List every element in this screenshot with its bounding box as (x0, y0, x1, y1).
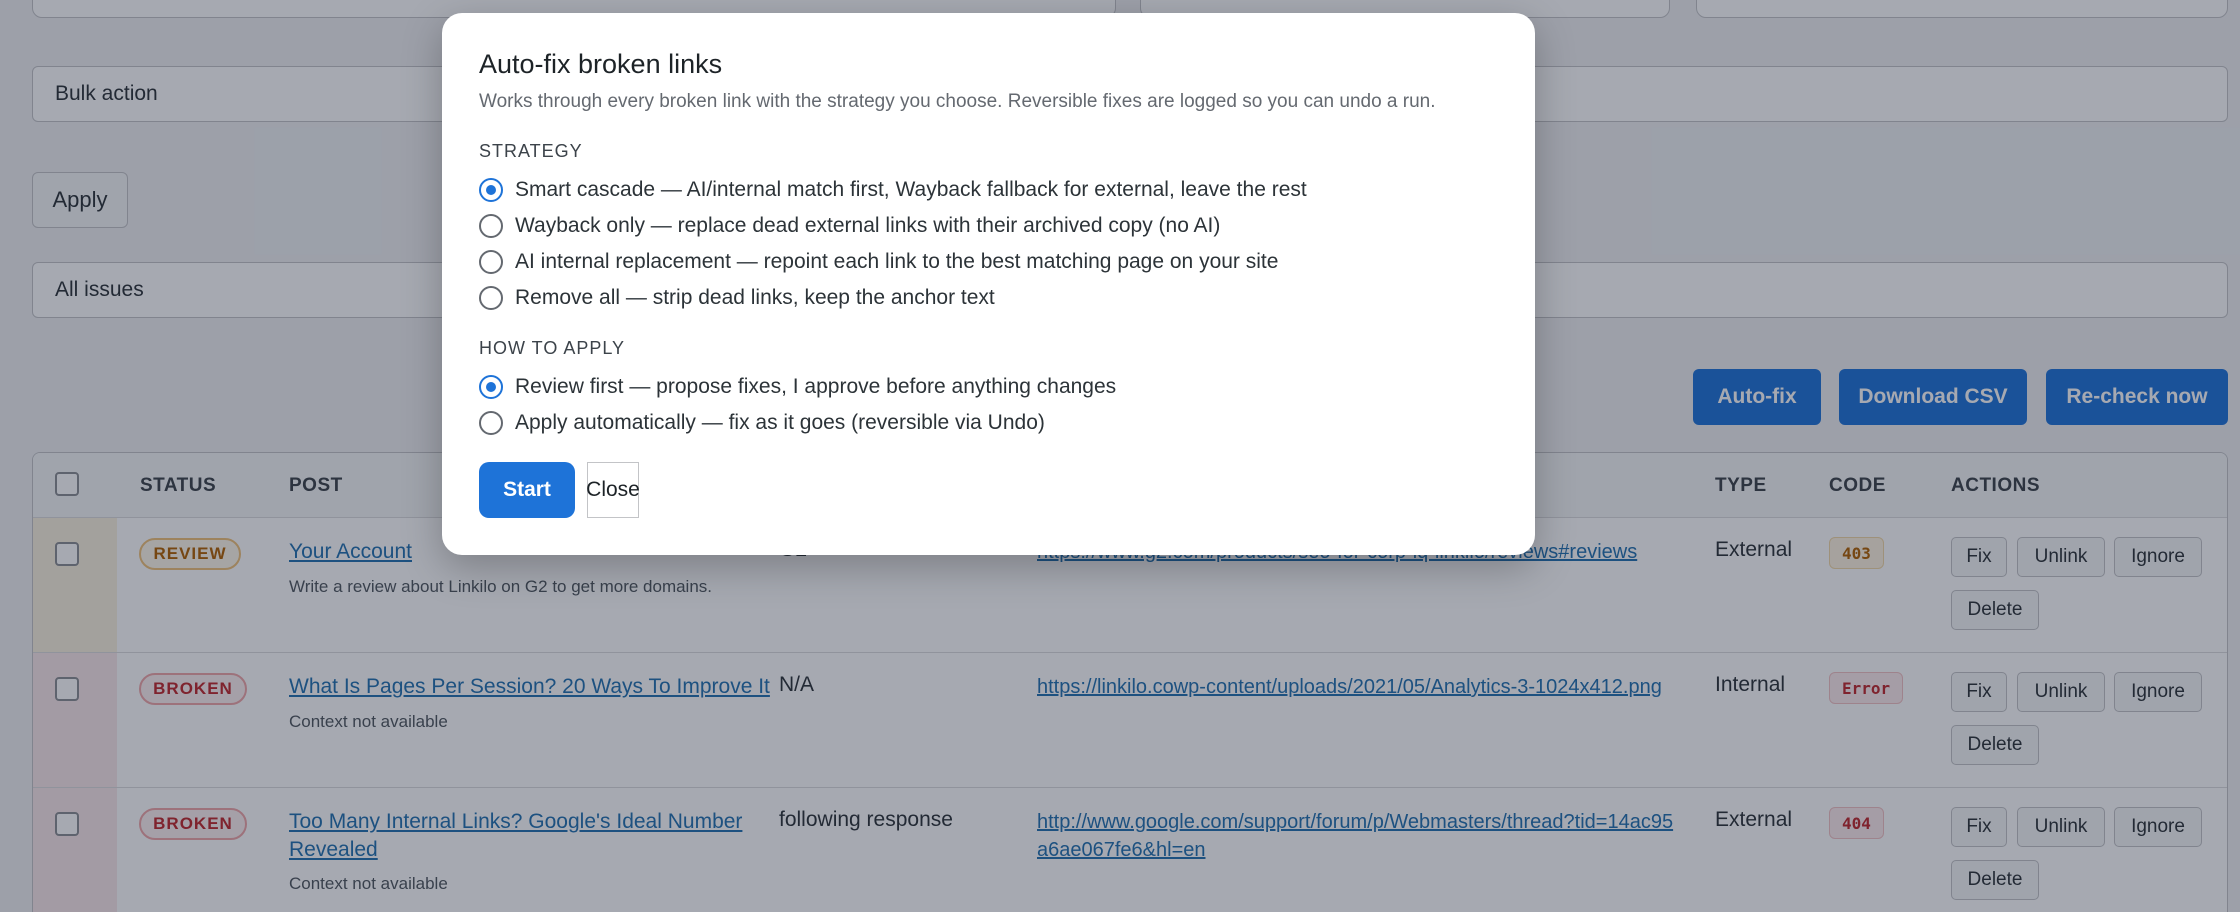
radio-icon[interactable] (479, 250, 503, 274)
strategy-option-remove-all[interactable]: Remove all — strip dead links, keep the … (479, 283, 995, 313)
radio-icon[interactable] (479, 286, 503, 310)
radio-icon[interactable] (479, 411, 503, 435)
apply-option-automatic[interactable]: Apply automatically — fix as it goes (re… (479, 408, 1045, 438)
option-label: Review first — propose fixes, I approve … (515, 375, 1117, 398)
option-label: AI internal replacement — repoint each l… (515, 250, 1279, 273)
close-button[interactable]: Close (586, 462, 640, 518)
start-button[interactable]: Start (479, 462, 575, 518)
option-label: Wayback only — replace dead external lin… (515, 214, 1221, 237)
strategy-option-smart-cascade[interactable]: Smart cascade — AI/internal match first,… (479, 175, 1307, 205)
dialog-title: Auto-fix broken links (479, 49, 723, 79)
radio-checked-icon[interactable] (479, 375, 503, 399)
radio-icon[interactable] (479, 214, 503, 238)
radio-checked-icon[interactable] (479, 178, 503, 202)
option-label: Apply automatically — fix as it goes (re… (515, 411, 1045, 434)
strategy-option-ai-internal[interactable]: AI internal replacement — repoint each l… (479, 247, 1278, 277)
apply-mode-label: HOW TO APPLY (479, 338, 626, 358)
apply-option-review-first[interactable]: Review first — propose fixes, I approve … (479, 372, 1116, 402)
option-label: Smart cascade — AI/internal match first,… (515, 178, 1307, 201)
auto-fix-dialog: Auto-fix broken links Works through ever… (442, 13, 1535, 555)
dialog-description: Works through every broken link with the… (479, 91, 1436, 112)
strategy-option-wayback[interactable]: Wayback only — replace dead external lin… (479, 211, 1220, 241)
strategy-label: STRATEGY (479, 141, 583, 161)
option-label: Remove all — strip dead links, keep the … (515, 286, 995, 309)
